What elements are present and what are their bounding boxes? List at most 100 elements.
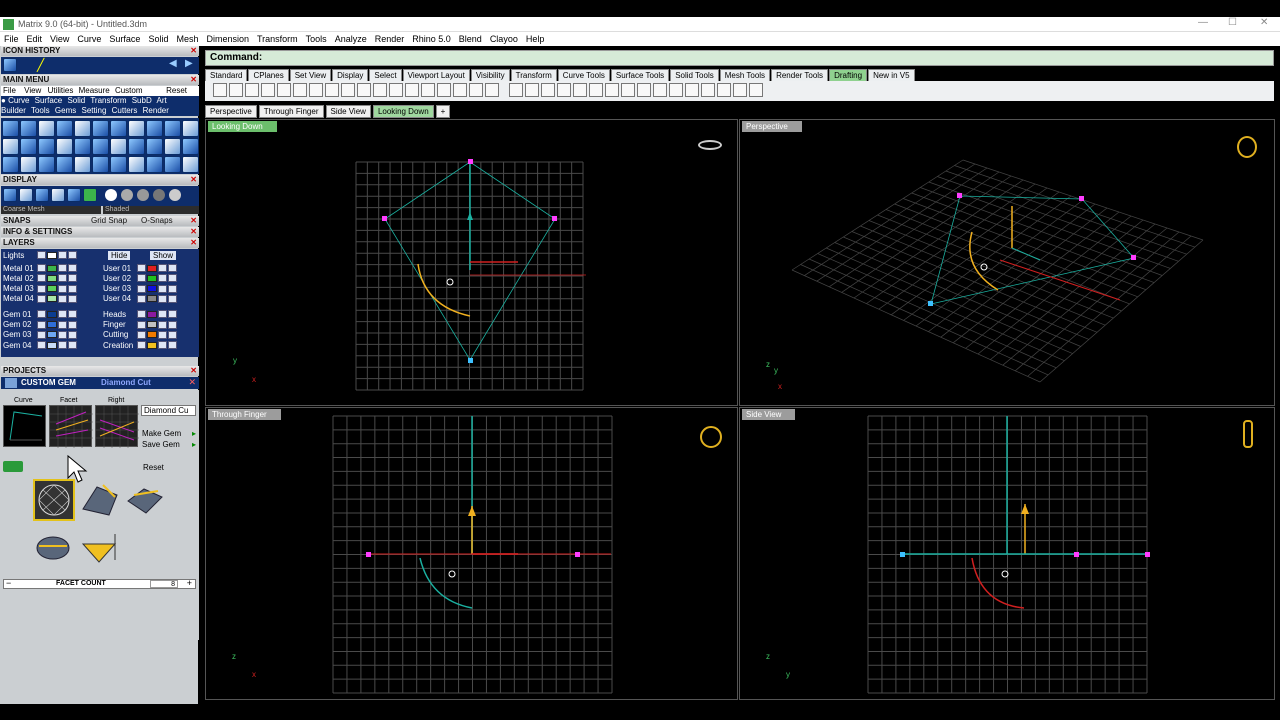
layer-toggle[interactable] <box>137 320 146 329</box>
vtab-perspective[interactable]: Perspective <box>205 105 257 118</box>
drafting-tool-icon[interactable] <box>509 83 523 97</box>
menu-surface[interactable]: Surface <box>105 34 144 44</box>
layer-lock[interactable] <box>158 341 167 350</box>
close-icon[interactable]: ✕ <box>188 377 196 388</box>
history-forward-icon[interactable]: ▶ <box>185 58 193 69</box>
vtab-looking-down[interactable]: Looking Down <box>372 105 434 118</box>
mm-setting[interactable]: Setting <box>81 106 106 115</box>
layer-visibility[interactable] <box>168 310 177 319</box>
tab-surface-tools[interactable]: Surface Tools <box>610 69 670 81</box>
menu-file[interactable]: File <box>0 34 23 44</box>
tool-icon[interactable] <box>128 138 145 155</box>
menu-rhino[interactable]: Rhino 5.0 <box>408 34 455 44</box>
osnaps-toggle[interactable]: O-Snaps <box>141 216 173 226</box>
layer-row[interactable]: Metal 01 <box>1 263 78 273</box>
layer-row[interactable]: Gem 04 <box>1 340 78 350</box>
layer-row[interactable]: User 02 <box>101 273 178 283</box>
layer-lock[interactable] <box>58 320 67 329</box>
render-sphere-icon[interactable] <box>137 189 149 201</box>
tab-visibility[interactable]: Visibility <box>470 69 510 81</box>
grid-snap-toggle[interactable]: Grid Snap <box>91 216 127 226</box>
viewport-label[interactable]: Through Finger <box>208 409 281 420</box>
layers-hide-button[interactable]: Hide <box>108 250 131 260</box>
tool-icon[interactable] <box>56 138 73 155</box>
layer-toggle[interactable] <box>37 294 46 303</box>
tool-icon[interactable] <box>38 120 55 137</box>
tool-icon[interactable] <box>110 138 127 155</box>
layer-row[interactable]: User 03 <box>101 284 178 294</box>
tool-icon[interactable] <box>110 120 127 137</box>
layer-lock[interactable] <box>58 294 67 303</box>
layer-lock[interactable] <box>58 341 67 350</box>
layer-lock[interactable] <box>58 264 67 272</box>
drafting-tool-icon[interactable] <box>261 83 275 97</box>
drafting-tool-icon[interactable] <box>485 83 499 97</box>
layer-color-swatch[interactable] <box>147 264 157 272</box>
layer-toggle[interactable] <box>37 330 46 339</box>
layer-toggle[interactable] <box>137 294 146 303</box>
layer-row[interactable]: Gem 03 <box>1 330 78 340</box>
drafting-tool-icon[interactable] <box>717 83 731 97</box>
mm-render[interactable]: Render <box>143 106 169 115</box>
tool-icon[interactable] <box>20 156 37 173</box>
drafting-tool-icon[interactable] <box>437 83 451 97</box>
tab-set-view[interactable]: Set View <box>289 69 332 81</box>
display-mode-icon[interactable] <box>19 188 33 202</box>
tool-icon[interactable] <box>56 156 73 173</box>
minimize-icon[interactable]: — <box>1198 17 1208 28</box>
layer-color-swatch[interactable] <box>147 274 157 282</box>
layer-visibility[interactable] <box>68 264 77 272</box>
layer-row[interactable]: Creation <box>101 340 178 350</box>
mm-reset[interactable]: Reset <box>166 86 187 96</box>
menu-clayoo[interactable]: Clayoo <box>486 34 522 44</box>
layer-toggle[interactable] <box>137 264 146 272</box>
snaps-header[interactable]: SNAPS Grid Snap O-Snaps ✕ <box>1 216 199 226</box>
tool-icon[interactable] <box>74 138 91 155</box>
layer-lock[interactable] <box>58 274 67 283</box>
viewport-label[interactable]: Looking Down <box>208 121 277 132</box>
close-icon[interactable]: ✕ <box>190 366 197 376</box>
mm-art[interactable]: Art <box>157 96 167 105</box>
layer-visibility[interactable] <box>168 330 177 339</box>
tool-icon[interactable] <box>2 156 19 173</box>
layer-visibility[interactable] <box>68 341 77 350</box>
add-viewport-icon[interactable]: + <box>435 105 451 118</box>
tab-mesh-tools[interactable]: Mesh Tools <box>719 69 771 81</box>
layer-color-swatch[interactable] <box>147 295 157 303</box>
info-settings-header[interactable]: INFO & SETTINGS ✕ <box>1 227 199 237</box>
layer-visibility[interactable] <box>168 341 177 350</box>
layer-color-swatch[interactable] <box>147 331 157 339</box>
tool-icon[interactable] <box>74 156 91 173</box>
layer-row[interactable]: Metal 02 <box>1 273 78 283</box>
layer-color-swatch[interactable] <box>147 321 157 328</box>
tool-icon[interactable] <box>128 156 145 173</box>
drafting-tool-icon[interactable] <box>621 83 635 97</box>
layer-color-swatch[interactable] <box>47 295 57 303</box>
history-gem-icon[interactable] <box>3 58 17 72</box>
tool-icon[interactable] <box>182 156 199 173</box>
layer-lock[interactable] <box>158 320 167 329</box>
tab-cplanes[interactable]: CPlanes <box>248 69 289 81</box>
drafting-tool-icon[interactable] <box>749 83 763 97</box>
layers-header[interactable]: LAYERS ✕ <box>1 238 199 248</box>
tool-icon[interactable] <box>146 120 163 137</box>
drafting-tool-icon[interactable] <box>213 83 227 97</box>
layer-visibility[interactable] <box>168 274 177 283</box>
tab-render-tools[interactable]: Render Tools <box>771 69 829 81</box>
tool-icon[interactable] <box>110 156 127 173</box>
layer-toggle[interactable] <box>137 310 146 319</box>
tab-curve-tools[interactable]: Curve Tools <box>557 69 610 81</box>
drafting-tool-icon[interactable] <box>245 83 259 97</box>
drafting-tool-icon[interactable] <box>733 83 747 97</box>
drafting-tool-icon[interactable] <box>685 83 699 97</box>
layer-lock[interactable] <box>58 330 67 339</box>
drafting-tool-icon[interactable] <box>325 83 339 97</box>
mm-tab-utilities[interactable]: Utilities <box>48 86 74 95</box>
tool-icon[interactable] <box>2 138 19 155</box>
tab-drafting[interactable]: Drafting <box>829 69 868 81</box>
render-sphere-icon[interactable] <box>121 189 133 201</box>
mm-cutters[interactable]: Cutters <box>112 106 138 115</box>
layer-toggle[interactable] <box>37 310 46 319</box>
mm-surface[interactable]: Surface <box>35 96 63 105</box>
drafting-tool-icon[interactable] <box>229 83 243 97</box>
